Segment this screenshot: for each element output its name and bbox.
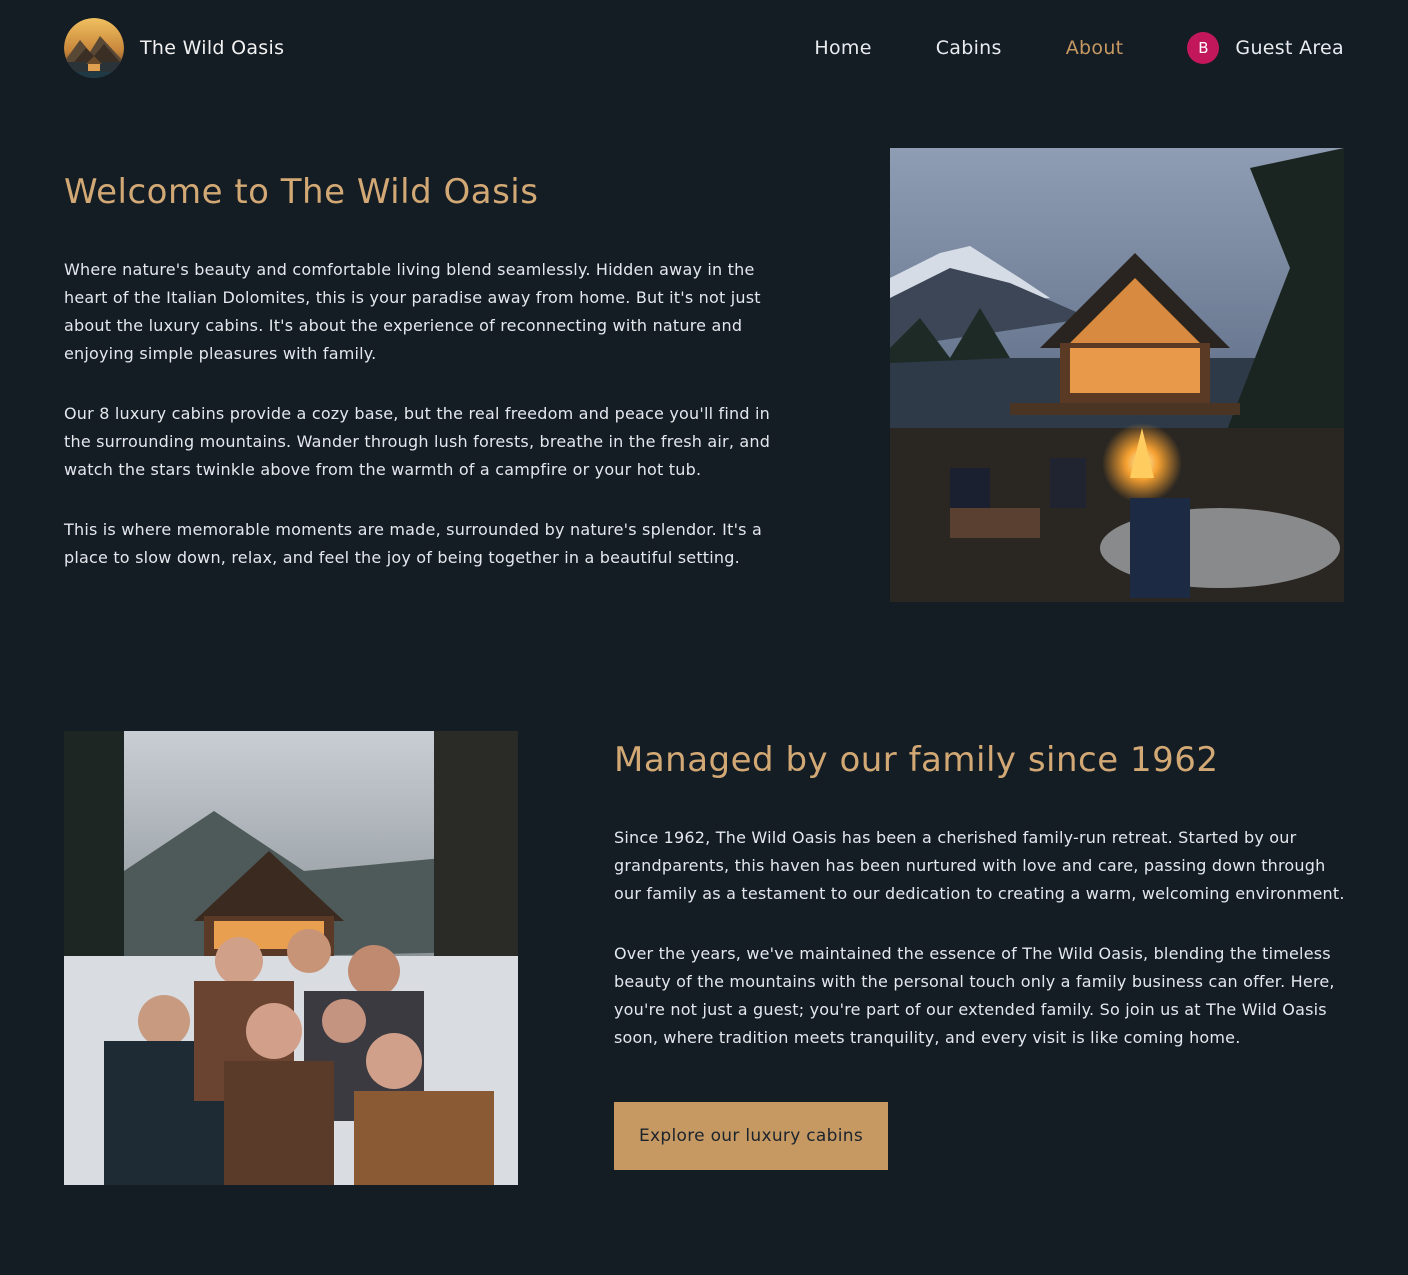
welcome-paragraph-2: Our 8 luxury cabins provide a cozy base,… <box>64 404 771 479</box>
nav-cabins-link[interactable]: Cabins <box>936 37 1002 59</box>
family-paragraph-2: Over the years, we've maintained the ess… <box>614 944 1335 1047</box>
cabin-campfire-image <box>890 148 1344 602</box>
nav-home-link[interactable]: Home <box>814 37 871 59</box>
explore-cabins-button[interactable]: Explore our luxury cabins <box>614 1102 888 1170</box>
welcome-paragraph-3: This is where memorable moments are made… <box>64 520 762 567</box>
family-group-image <box>64 731 518 1185</box>
brand-link[interactable]: The Wild Oasis <box>64 18 284 78</box>
guest-area-link[interactable]: B Guest Area <box>1187 32 1344 64</box>
main-nav: Home Cabins About B Guest Area <box>750 32 1344 64</box>
nav-about-link[interactable]: About <box>1066 37 1124 59</box>
family-paragraph-1: Since 1962, The Wild Oasis has been a ch… <box>614 828 1345 903</box>
welcome-title: Welcome to The Wild Oasis <box>64 172 539 212</box>
user-avatar: B <box>1187 32 1220 64</box>
family-title: Managed by our family since 1962 <box>614 740 1219 780</box>
mountain-cabin-logo <box>64 18 124 78</box>
brand-name: The Wild Oasis <box>140 37 285 59</box>
welcome-paragraph-1: Where nature's beauty and comfortable li… <box>64 260 761 363</box>
site-header: The Wild Oasis Home Cabins About B Guest… <box>64 18 1344 78</box>
guest-area-label: Guest Area <box>1235 37 1344 59</box>
